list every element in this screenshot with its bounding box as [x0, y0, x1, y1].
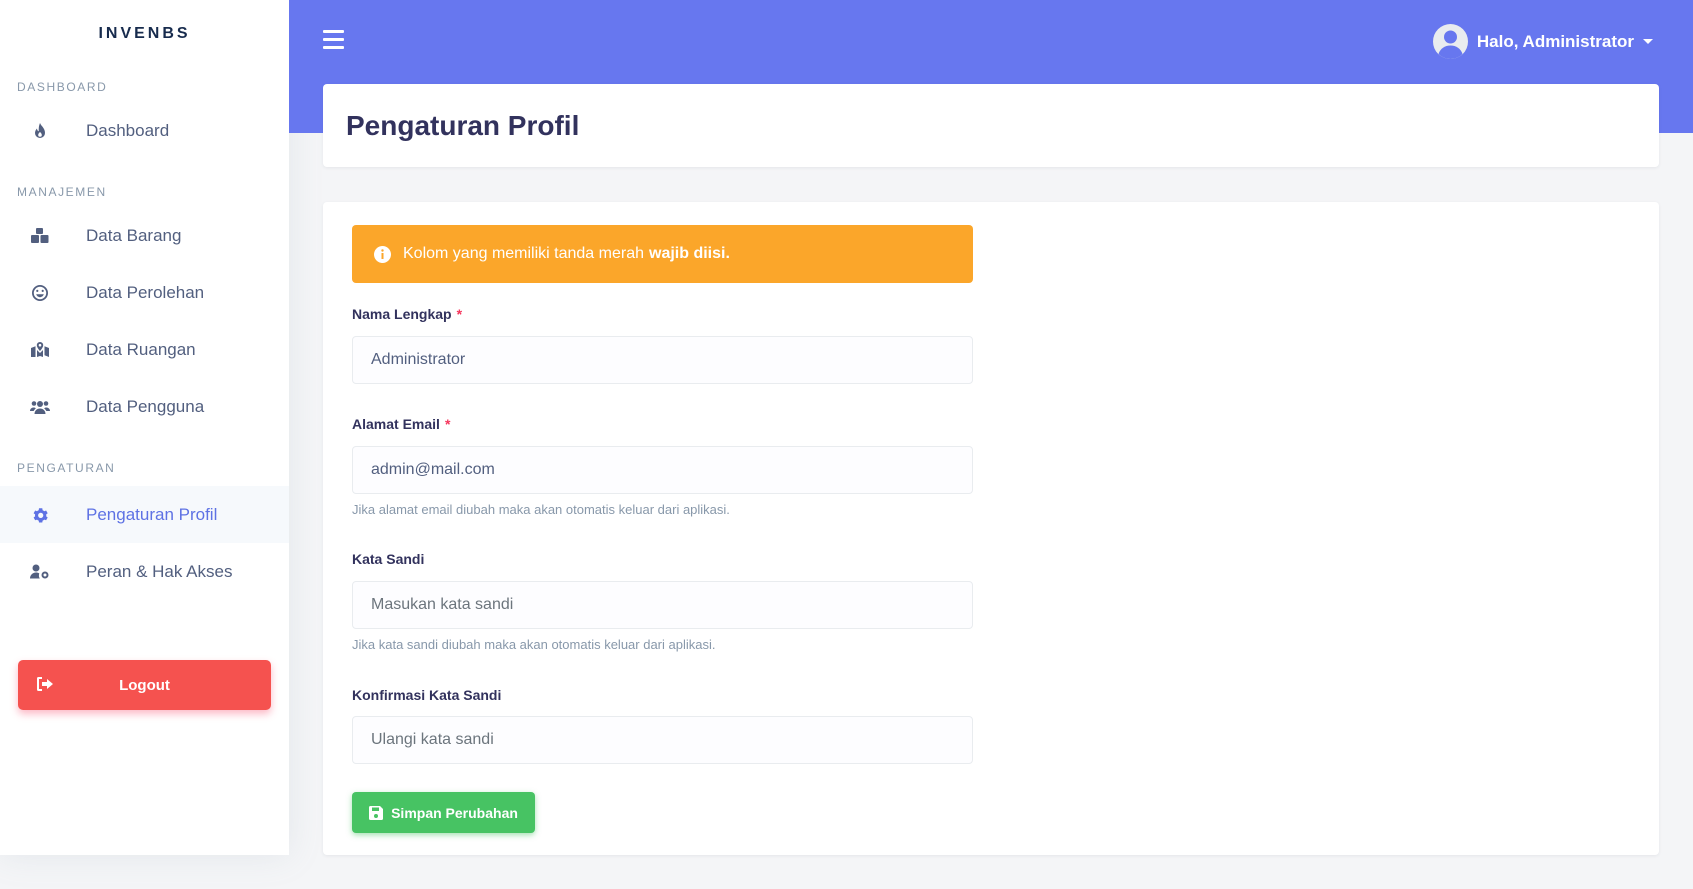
user-menu[interactable]: Halo, Administrator [1432, 24, 1653, 59]
password-label-text: Kata Sandi [352, 551, 425, 567]
logout-button[interactable]: Logout [18, 660, 271, 710]
nav-heading-dashboard: DASHBOARD [17, 80, 108, 94]
email-help-text: Jika alamat email diubah maka akan otoma… [352, 502, 730, 517]
brand-logo[interactable]: INVENBS [0, 0, 289, 68]
required-fields-alert: Kolom yang memiliki tanda merah wajib di… [352, 225, 973, 283]
sidebar-item-data-ruangan[interactable]: Data Ruangan [0, 321, 289, 378]
sidebar-item-label: Data Perolehan [86, 282, 205, 302]
info-icon [374, 245, 391, 263]
name-label: Nama Lengkap * [352, 306, 462, 322]
alert-text: Kolom yang memiliki tanda merah [403, 245, 644, 262]
email-label: Alamat Email * [352, 416, 450, 432]
boxes-icon [30, 228, 50, 243]
password-confirm-input[interactable] [352, 716, 973, 764]
sidebar-item-data-perolehan[interactable]: Data Perolehan [0, 264, 289, 321]
sidebar-item-label: Data Barang [86, 225, 182, 245]
page-title: Pengaturan Profil [346, 109, 580, 141]
fire-icon [30, 122, 50, 139]
name-label-text: Nama Lengkap [352, 306, 452, 322]
email-field[interactable] [352, 446, 973, 494]
sidebar-item-peran-hak-akses[interactable]: Peran & Hak Akses [0, 543, 289, 600]
sidebar-item-data-barang[interactable]: Data Barang [0, 207, 289, 264]
password-confirm-label-text: Konfirmasi Kata Sandi [352, 687, 502, 703]
gear-icon [30, 507, 50, 523]
chevron-down-icon [1643, 39, 1653, 44]
required-mark: * [456, 306, 463, 322]
sidebar-item-label: Data Pengguna [86, 396, 205, 416]
user-cog-icon [30, 564, 50, 579]
save-icon [369, 805, 384, 820]
sidebar: INVENBS DASHBOARD Dashboard MANAJEMEN Da… [0, 0, 289, 855]
users-icon [30, 400, 50, 414]
nav-heading-manajemen: MANAJEMEN [17, 185, 107, 199]
sidebar-item-label: Peran & Hak Akses [86, 561, 233, 581]
sidebar-item-pengaturan-profil[interactable]: Pengaturan Profil [0, 486, 289, 543]
logout-label: Logout [119, 676, 170, 694]
save-button-label: Simpan Perubahan [391, 804, 518, 821]
smile-icon [30, 284, 50, 301]
menu-toggle-icon[interactable] [323, 30, 344, 54]
password-label: Kata Sandi [352, 551, 424, 567]
full-name-input[interactable] [352, 336, 973, 384]
sidebar-item-label: Data Ruangan [86, 339, 196, 359]
nav-heading-pengaturan: PENGATURAN [17, 461, 116, 475]
password-confirm-label: Konfirmasi Kata Sandi [352, 687, 501, 703]
user-greeting: Halo, Administrator [1476, 31, 1634, 51]
sidebar-item-label: Dashboard [86, 120, 170, 140]
profile-form: Kolom yang memiliki tanda merah wajib di… [323, 202, 1659, 855]
sidebar-item-dashboard[interactable]: Dashboard [0, 102, 289, 159]
sidebar-item-data-pengguna[interactable]: Data Pengguna [0, 378, 289, 435]
page-header: Pengaturan Profil [323, 84, 1659, 167]
alert-bold-text: wajib diisi. [649, 245, 730, 262]
avatar [1432, 24, 1468, 59]
save-button[interactable]: Simpan Perubahan [352, 792, 535, 833]
sign-out-icon [36, 676, 54, 696]
password-help-text: Jika kata sandi diubah maka akan otomati… [352, 637, 716, 652]
required-mark: * [444, 416, 451, 432]
sidebar-item-label: Pengaturan Profil [86, 504, 218, 524]
email-label-text: Alamat Email [352, 416, 440, 432]
password-input[interactable] [352, 581, 973, 629]
map-icon [30, 342, 50, 357]
